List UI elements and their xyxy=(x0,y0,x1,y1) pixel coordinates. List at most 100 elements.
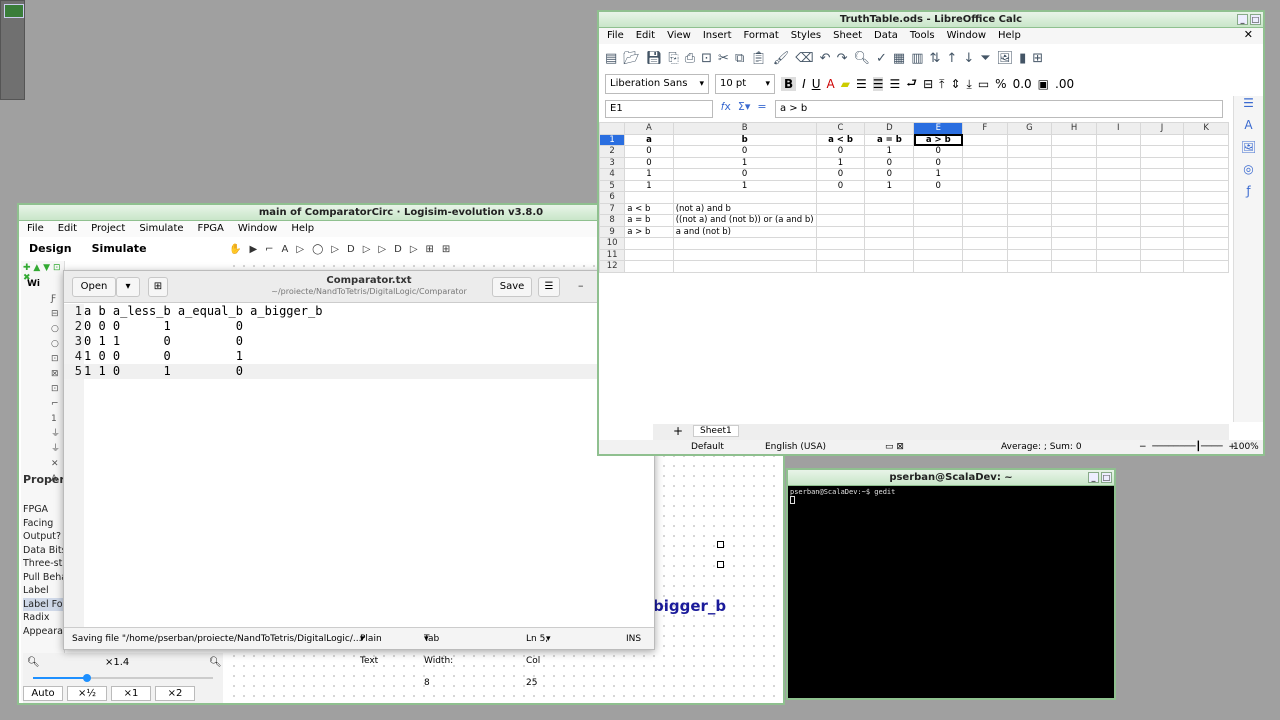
open-button[interactable]: Open xyxy=(72,277,116,297)
text-line[interactable]: 30 1 1 0 0 xyxy=(64,334,654,349)
insert-image-icon[interactable]: 🖼︎ xyxy=(997,51,1014,66)
add-decimal-icon[interactable]: .00 xyxy=(1055,77,1074,91)
cell[interactable]: 0 xyxy=(913,156,964,169)
tab-design[interactable]: Design xyxy=(29,239,72,259)
maximize-icon[interactable]: □ xyxy=(1101,472,1112,483)
zoom-half-button[interactable]: ×½ xyxy=(67,686,107,701)
row-header[interactable]: 6 xyxy=(599,191,626,204)
cut-icon[interactable]: ✂ xyxy=(718,51,729,66)
cell[interactable] xyxy=(1006,225,1053,238)
currency-icon[interactable]: ▭ xyxy=(978,77,989,91)
tree-item[interactable]: ○ xyxy=(23,322,65,337)
menu-window[interactable]: Window xyxy=(238,221,277,237)
column-header[interactable]: E xyxy=(913,122,964,135)
cell[interactable] xyxy=(1095,225,1141,238)
find-replace-icon[interactable]: 🔍︎ xyxy=(853,51,870,66)
property-facing[interactable]: Facing xyxy=(23,517,65,531)
menu-help[interactable]: Help xyxy=(291,221,314,237)
cell[interactable] xyxy=(624,191,674,204)
property-data-bits[interactable]: Data Bits xyxy=(23,544,65,558)
cell[interactable]: 0 xyxy=(864,156,915,169)
maximize-icon[interactable]: □ xyxy=(1250,14,1261,25)
poke-tool-icon[interactable]: ✋ xyxy=(229,244,241,255)
cell[interactable] xyxy=(1095,168,1141,181)
cell[interactable] xyxy=(913,202,964,215)
autofilter-icon[interactable]: ⏷ xyxy=(980,51,990,66)
line-text[interactable]: 1 0 0 0 1 xyxy=(84,349,243,364)
row-header[interactable]: 10 xyxy=(599,237,626,250)
tree-item[interactable]: ○ xyxy=(23,337,65,352)
row-header[interactable]: 5 xyxy=(599,179,626,192)
text-tool-icon[interactable]: A xyxy=(282,244,289,255)
cell[interactable] xyxy=(864,214,915,227)
sort-icon[interactable]: ⇅ xyxy=(930,51,941,66)
selection-handle[interactable] xyxy=(717,541,724,548)
cell[interactable] xyxy=(1051,133,1097,146)
cell[interactable] xyxy=(962,168,1008,181)
minimize-icon[interactable]: _ xyxy=(1237,14,1248,25)
cell[interactable]: 0 xyxy=(672,168,817,181)
cell[interactable] xyxy=(624,260,674,273)
syntax-selector[interactable]: Plain Text ▾ xyxy=(360,628,382,666)
gedit-headerbar[interactable]: Open ▾ ⊞ Comparator.txt ~/proiecte/NandT… xyxy=(64,271,654,303)
terminal-output[interactable]: pserban@ScalaDev:~$ gedit xyxy=(790,488,895,506)
not-gate-icon[interactable]: ▷ xyxy=(331,244,339,255)
tree-item[interactable]: 1 xyxy=(23,412,65,427)
zoom-slider-knob[interactable] xyxy=(83,674,91,682)
calc-titlebar[interactable]: TruthTable.ods - LibreOffice Calc _ □ xyxy=(599,12,1263,28)
clone-formatting-icon[interactable]: 🖌︎ xyxy=(773,51,790,66)
cell[interactable] xyxy=(1006,133,1053,146)
font-color-icon[interactable]: A xyxy=(827,77,835,91)
pivot-table-icon[interactable]: ⊞ xyxy=(1032,51,1043,66)
cell[interactable]: 0 xyxy=(624,156,674,169)
circuit-output-label[interactable]: bigger_b xyxy=(653,597,726,615)
cell[interactable] xyxy=(1139,179,1185,192)
spreadsheet-grid[interactable]: ABCDEFGHIJK 1aba < ba = ba > b2000103011… xyxy=(599,122,1229,422)
cell[interactable] xyxy=(1183,214,1229,227)
zoom-slider[interactable]: − ────────┃──── + xyxy=(1139,440,1236,454)
property-three-state[interactable]: Three-st xyxy=(23,557,65,571)
cell[interactable] xyxy=(1183,191,1229,204)
cell[interactable] xyxy=(1051,145,1097,158)
tab-width-selector[interactable]: Tab Width: 8 ▾ xyxy=(424,628,453,688)
formula-input[interactable]: a > b xyxy=(775,100,1223,118)
cell[interactable] xyxy=(1095,237,1141,250)
cell[interactable] xyxy=(1006,248,1053,261)
chip2-icon[interactable]: ⊞ xyxy=(442,244,450,255)
gallery-icon[interactable]: 🖼︎ xyxy=(1234,140,1263,162)
cell[interactable] xyxy=(1095,179,1141,192)
cell[interactable] xyxy=(1183,156,1229,169)
cell[interactable] xyxy=(1095,191,1141,204)
cell[interactable]: a and (not b) xyxy=(672,225,817,238)
copy-icon[interactable]: ⧉ xyxy=(735,51,744,66)
redo-icon[interactable]: ↷ xyxy=(837,51,848,66)
column-header[interactable]: G xyxy=(1006,122,1053,135)
cell[interactable]: 0 xyxy=(864,168,915,181)
menu-file[interactable]: File xyxy=(27,221,44,237)
row-header[interactable]: 3 xyxy=(599,156,626,169)
cell[interactable] xyxy=(1051,168,1097,181)
cell[interactable] xyxy=(962,133,1008,146)
input-pin-icon[interactable]: ▷ xyxy=(296,244,304,255)
cell[interactable] xyxy=(1051,202,1097,215)
property-radix[interactable]: Radix xyxy=(23,611,65,625)
date-format-icon[interactable]: ▣ xyxy=(1038,77,1049,91)
cell[interactable] xyxy=(624,237,674,250)
cell[interactable]: 0 xyxy=(672,145,817,158)
property-output[interactable]: Output? xyxy=(23,530,65,544)
cell[interactable] xyxy=(1183,202,1229,215)
sheet-tab-sheet1[interactable]: Sheet1 xyxy=(693,425,739,437)
tree-item[interactable]: ⏚ xyxy=(23,427,65,442)
cell[interactable] xyxy=(1183,237,1229,250)
cell[interactable] xyxy=(1095,133,1141,146)
cell[interactable] xyxy=(1095,214,1141,227)
selection-mode-icon[interactable]: ▭ ⊠ xyxy=(885,440,904,454)
cell[interactable]: a = b xyxy=(624,214,674,227)
cell[interactable]: a < b xyxy=(815,133,866,146)
column-header[interactable]: C xyxy=(815,122,866,135)
cell[interactable] xyxy=(672,260,817,273)
sort-ascending-icon[interactable]: ↑ xyxy=(946,51,957,66)
cell[interactable] xyxy=(815,202,866,215)
cell[interactable] xyxy=(1006,156,1053,169)
zoom-slider[interactable] xyxy=(33,674,213,682)
